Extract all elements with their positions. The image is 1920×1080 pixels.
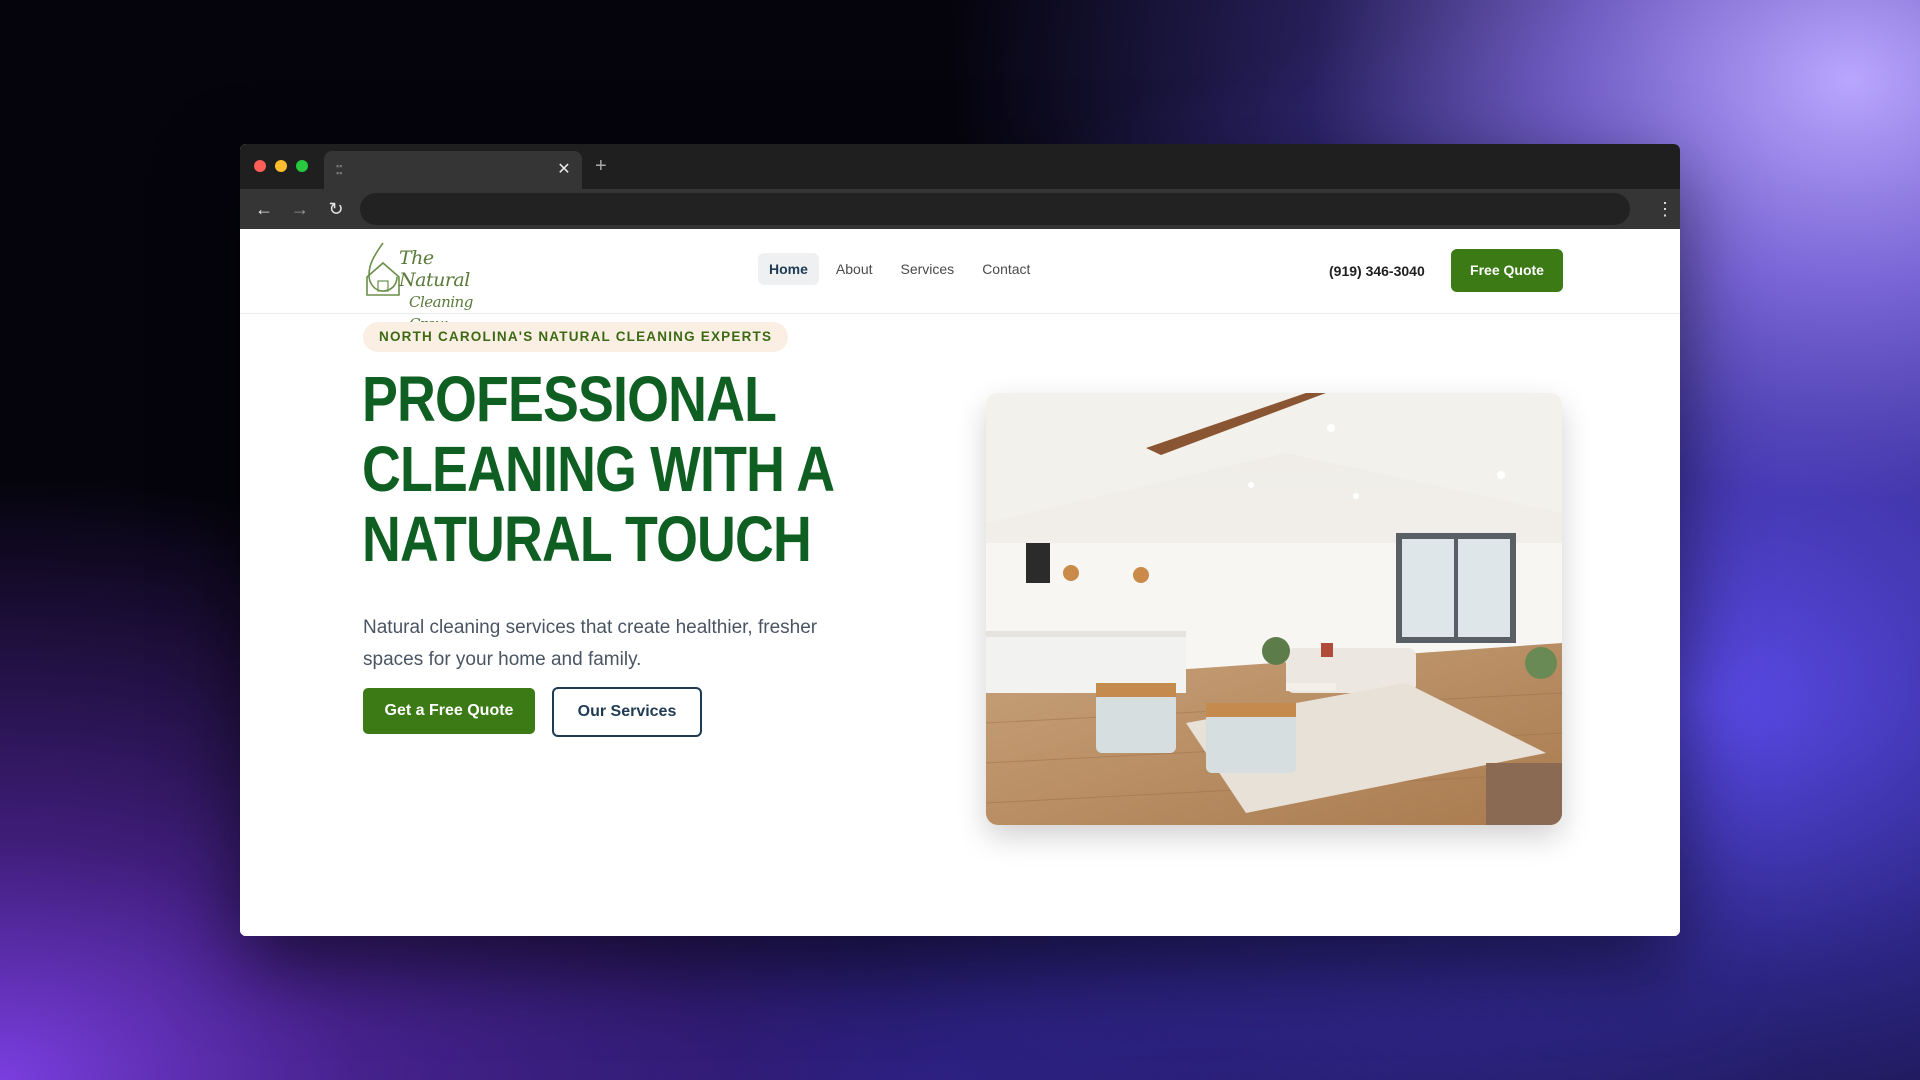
- close-window-button[interactable]: [254, 160, 266, 172]
- back-arrow-icon[interactable]: ←: [252, 197, 276, 221]
- main-nav: Home About Services Contact: [758, 253, 1041, 285]
- maximize-window-button[interactable]: [296, 160, 308, 172]
- address-bar[interactable]: [360, 193, 1630, 225]
- web-page: The Natural Cleaning Crew Home About Ser…: [240, 229, 1680, 936]
- site-header: The Natural Cleaning Crew Home About Ser…: [240, 229, 1680, 333]
- browser-toolbar: ← → ↻ ⋮: [240, 189, 1680, 229]
- minimize-window-button[interactable]: [275, 160, 287, 172]
- living-room-illustration: [986, 393, 1562, 825]
- window-controls: [254, 160, 308, 172]
- nav-item-about[interactable]: About: [825, 253, 884, 285]
- hero-eyebrow-badge: NORTH CAROLINA'S NATURAL CLEANING EXPERT…: [363, 322, 789, 352]
- phone-number-link[interactable]: (919) 346-3040: [1329, 263, 1425, 279]
- get-free-quote-button[interactable]: Get a Free Quote: [363, 688, 535, 734]
- nav-item-contact[interactable]: Contact: [971, 253, 1041, 285]
- hero-living-room-image: [986, 393, 1562, 825]
- new-tab-icon[interactable]: +: [595, 156, 607, 176]
- nav-item-home[interactable]: Home: [758, 253, 819, 285]
- hero-headline: PROFESSIONAL CLEANING WITH A NATURAL TOU…: [362, 363, 835, 575]
- nav-item-services[interactable]: Services: [890, 253, 966, 285]
- browser-tab[interactable]: ▪▪ ▪▪ ✕: [324, 151, 582, 189]
- our-services-button[interactable]: Our Services: [552, 687, 702, 737]
- favicon-icon: ▪▪ ▪▪: [336, 161, 343, 178]
- headline-line-2: CLEANING WITH A: [362, 433, 835, 505]
- logo-line-1: The Natural: [399, 247, 470, 291]
- browser-window: ▪▪▪▪ ✕ + ← → ↻ ⋮ The Natural Cleaning Cr…: [240, 144, 1680, 936]
- headline-line-1: PROFESSIONAL: [362, 363, 777, 435]
- close-tab-icon[interactable]: ✕: [554, 160, 574, 180]
- browser-titlebar: ▪▪ ▪▪ ✕ +: [240, 144, 1680, 189]
- house-droplet-icon: [366, 242, 400, 296]
- free-quote-button[interactable]: Free Quote: [1451, 249, 1563, 292]
- hero-subtext: Natural cleaning services that create he…: [363, 617, 818, 670]
- site-logo[interactable]: The Natural Cleaning Crew: [363, 239, 483, 333]
- headline-line-3: NATURAL TOUCH: [362, 503, 812, 575]
- browser-menu-icon[interactable]: ⋮: [1656, 197, 1674, 221]
- reload-icon[interactable]: ↻: [324, 197, 348, 221]
- forward-arrow-icon[interactable]: →: [288, 197, 312, 221]
